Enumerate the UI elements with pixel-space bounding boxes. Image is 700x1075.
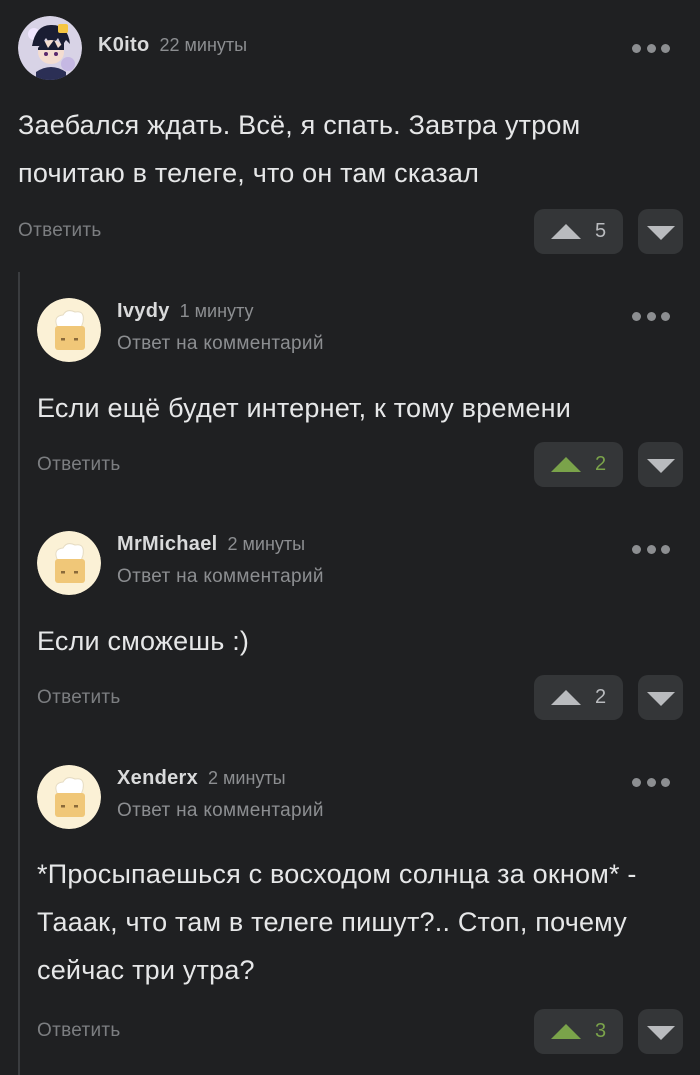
reply-button[interactable]: Ответить — [37, 1020, 121, 1042]
arrow-down-icon — [646, 1025, 675, 1040]
arrow-up-icon — [550, 457, 581, 472]
downvote-button[interactable] — [638, 442, 683, 487]
arrow-down-icon — [646, 458, 675, 473]
comment-text: *Просыпаешься с восходом солнца за окном… — [37, 859, 637, 985]
more-options-icon[interactable] — [632, 310, 670, 322]
arrow-up-icon — [550, 224, 581, 239]
downvote-button[interactable] — [638, 675, 683, 720]
vote-count: 2 — [594, 686, 607, 708]
avatar[interactable] — [18, 16, 82, 80]
comment-text: Если ещё будет интернет, к тому времени — [37, 393, 572, 423]
avatar[interactable] — [37, 298, 101, 362]
vote-count: 5 — [594, 220, 607, 242]
reply-to-label[interactable]: Ответ на комментарий — [117, 800, 324, 822]
comment-text: Если сможешь :) — [37, 626, 250, 656]
upvote-button[interactable]: 2 — [534, 675, 623, 720]
upvote-button[interactable]: 5 — [534, 209, 623, 254]
comment-time: 2 минуты — [208, 768, 286, 788]
reply-button[interactable]: Ответить — [37, 687, 121, 709]
more-options-icon[interactable] — [632, 543, 670, 555]
arrow-up-icon — [550, 690, 581, 705]
arrow-down-icon — [646, 225, 675, 240]
downvote-button[interactable] — [638, 209, 683, 254]
vote-count: 3 — [594, 1020, 607, 1042]
more-options-icon[interactable] — [632, 776, 670, 788]
username[interactable]: MrMichael — [117, 533, 218, 556]
upvote-button[interactable]: 2 — [534, 442, 623, 487]
username[interactable]: K0ito — [98, 34, 150, 57]
comment-text: Заебался ждать. Всё, я спать. Завтра утр… — [18, 110, 581, 188]
comment-time: 2 минуты — [227, 534, 306, 554]
arrow-up-icon — [550, 1024, 581, 1039]
thread-indent-line — [18, 272, 20, 1075]
reply-to-label[interactable]: Ответ на комментарий — [117, 566, 324, 588]
reply-button[interactable]: Ответить — [37, 454, 121, 476]
downvote-button[interactable] — [638, 1009, 683, 1054]
comment-time: 1 минуту — [179, 301, 254, 321]
arrow-down-icon — [646, 691, 675, 706]
username[interactable]: Ivydy — [117, 300, 170, 323]
reply-to-label[interactable]: Ответ на комментарий — [117, 333, 324, 355]
username[interactable]: Xenderx — [117, 767, 198, 790]
avatar[interactable] — [37, 765, 101, 829]
upvote-button[interactable]: 3 — [534, 1009, 623, 1054]
more-options-icon[interactable] — [632, 42, 670, 54]
avatar[interactable] — [37, 531, 101, 595]
comment-time: 22 минуты — [159, 35, 248, 55]
reply-button[interactable]: Ответить — [18, 220, 102, 242]
vote-count: 2 — [594, 453, 607, 475]
